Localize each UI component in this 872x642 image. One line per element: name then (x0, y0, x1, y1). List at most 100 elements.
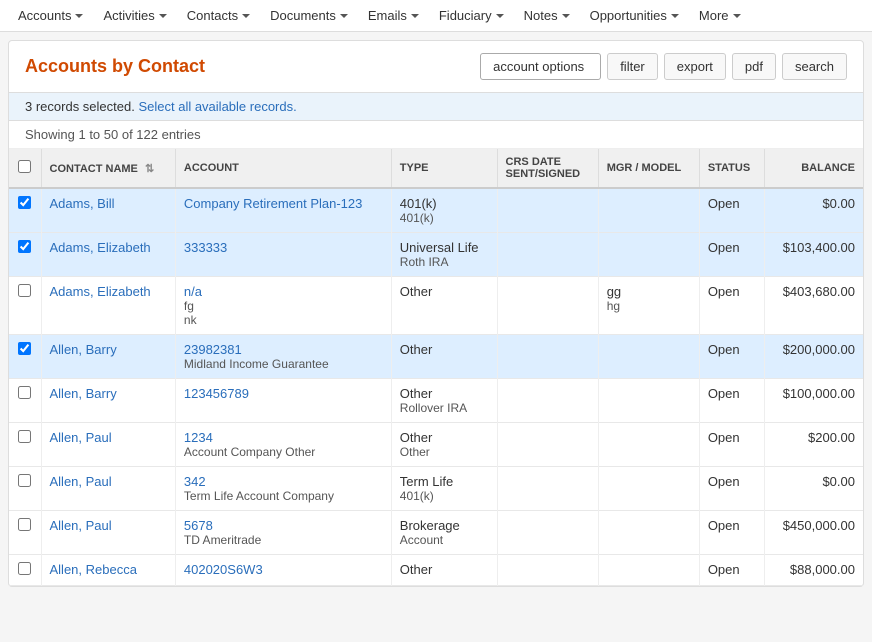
account-link[interactable]: n/a (184, 284, 383, 299)
balance-cell: $88,000.00 (765, 555, 863, 586)
balance-cell: $200,000.00 (765, 335, 863, 379)
account-cell: 333333 (175, 233, 391, 277)
nav-opportunities[interactable]: Opportunities (580, 0, 689, 31)
contact-link[interactable]: Allen, Rebecca (50, 562, 137, 577)
row-checkbox-cell[interactable] (9, 555, 41, 586)
type-cell: Other (391, 555, 497, 586)
mgr-model-cell (598, 379, 699, 423)
contact-name-cell: Adams, Bill (41, 188, 175, 233)
crs-date-cell (497, 423, 598, 467)
account-sub-text: Account Company Other (184, 445, 383, 459)
row-checkbox[interactable] (18, 240, 31, 253)
col-mgr-model: MGR / Model (598, 149, 699, 188)
status-cell: Open (699, 188, 765, 233)
account-sub-text: Term Life Account Company (184, 489, 383, 503)
pdf-button[interactable]: pdf (732, 53, 776, 80)
more-caret-icon (733, 14, 741, 18)
status-cell: Open (699, 423, 765, 467)
export-button[interactable]: export (664, 53, 726, 80)
account-link[interactable]: 5678 (184, 518, 383, 533)
contact-link[interactable]: Allen, Paul (50, 518, 112, 533)
account-cell: Company Retirement Plan-123 (175, 188, 391, 233)
row-checkbox-cell[interactable] (9, 379, 41, 423)
row-checkbox-cell[interactable] (9, 277, 41, 335)
account-cell: 23982381Midland Income Guarantee (175, 335, 391, 379)
account-link[interactable]: 123456789 (184, 386, 383, 401)
documents-caret-icon (340, 14, 348, 18)
filter-button[interactable]: filter (607, 53, 658, 80)
row-checkbox[interactable] (18, 342, 31, 355)
type-text: Universal Life (400, 240, 489, 255)
notes-caret-icon (562, 14, 570, 18)
nav-documents[interactable]: Documents (260, 0, 358, 31)
balance-cell: $0.00 (765, 188, 863, 233)
select-all-link[interactable]: Select all available records. (138, 99, 296, 114)
account-sub-text: fg (184, 299, 383, 313)
table-row: Adams, Bill Company Retirement Plan-123 40… (9, 188, 863, 233)
row-checkbox[interactable] (18, 196, 31, 209)
status-cell: Open (699, 335, 765, 379)
row-checkbox-cell[interactable] (9, 467, 41, 511)
row-checkbox[interactable] (18, 284, 31, 297)
status-cell: Open (699, 277, 765, 335)
mgr-model-cell (598, 188, 699, 233)
row-checkbox-cell[interactable] (9, 511, 41, 555)
nav-accounts[interactable]: Accounts (8, 0, 93, 31)
row-checkbox[interactable] (18, 430, 31, 443)
account-link[interactable]: 333333 (184, 240, 383, 255)
col-contact-name[interactable]: Contact Name ⇅ (41, 149, 175, 188)
contact-name-cell: Allen, Barry (41, 379, 175, 423)
account-link[interactable]: 402020S6W3 (184, 562, 383, 577)
balance-cell: $103,400.00 (765, 233, 863, 277)
row-checkbox[interactable] (18, 474, 31, 487)
contact-name-cell: Allen, Rebecca (41, 555, 175, 586)
type-cell: Term Life401(k) (391, 467, 497, 511)
nav-notes[interactable]: Notes (514, 0, 580, 31)
type-text: Term Life (400, 474, 489, 489)
contact-link[interactable]: Adams, Elizabeth (50, 240, 151, 255)
account-sub-text: TD Ameritrade (184, 533, 383, 547)
nav-more[interactable]: More (689, 0, 751, 31)
contact-link[interactable]: Allen, Paul (50, 474, 112, 489)
account-link[interactable]: 1234 (184, 430, 383, 445)
account-options-button[interactable]: account options (480, 53, 601, 80)
nav-activities[interactable]: Activities (93, 0, 176, 31)
type-cell: BrokerageAccount (391, 511, 497, 555)
contact-link[interactable]: Allen, Barry (50, 386, 117, 401)
contact-link[interactable]: Adams, Bill (50, 196, 115, 211)
nav-contacts[interactable]: Contacts (177, 0, 260, 31)
row-checkbox-cell[interactable] (9, 188, 41, 233)
contact-link[interactable]: Allen, Barry (50, 342, 117, 357)
table-container: Contact Name ⇅ Account Type CRS DateSent… (9, 149, 863, 586)
mgr-model-cell (598, 467, 699, 511)
contact-link[interactable]: Allen, Paul (50, 430, 112, 445)
select-all-checkbox[interactable] (18, 160, 31, 173)
contact-link[interactable]: Adams, Elizabeth (50, 284, 151, 299)
entries-text: Showing 1 to 50 of 122 entries (25, 127, 201, 142)
row-checkbox-cell[interactable] (9, 335, 41, 379)
nav-fiduciary[interactable]: Fiduciary (429, 0, 514, 31)
account-link[interactable]: Company Retirement Plan-123 (184, 196, 383, 211)
top-nav: Accounts Activities Contacts Documents E… (0, 0, 872, 32)
account-link[interactable]: 342 (184, 474, 383, 489)
table-row: Allen, Paul 342Term Life Account Company T… (9, 467, 863, 511)
type-sub-text: 401(k) (400, 211, 489, 225)
select-all-checkbox-col[interactable] (9, 149, 41, 188)
row-checkbox-cell[interactable] (9, 233, 41, 277)
type-text: Other (400, 342, 489, 357)
row-checkbox[interactable] (18, 386, 31, 399)
row-checkbox[interactable] (18, 518, 31, 531)
nav-emails[interactable]: Emails (358, 0, 429, 31)
balance-cell: $403,680.00 (765, 277, 863, 335)
type-cell: OtherOther (391, 423, 497, 467)
balance-cell: $100,000.00 (765, 379, 863, 423)
account-link[interactable]: 23982381 (184, 342, 383, 357)
table-row: Allen, Barry123456789OtherRollover IRAOp… (9, 379, 863, 423)
accounts-caret-icon (75, 14, 83, 18)
row-checkbox[interactable] (18, 562, 31, 575)
sort-icon: ⇅ (145, 162, 154, 175)
row-checkbox-cell[interactable] (9, 423, 41, 467)
type-cell: 401(k)401(k) (391, 188, 497, 233)
mgr-model-cell (598, 555, 699, 586)
search-button[interactable]: search (782, 53, 847, 80)
